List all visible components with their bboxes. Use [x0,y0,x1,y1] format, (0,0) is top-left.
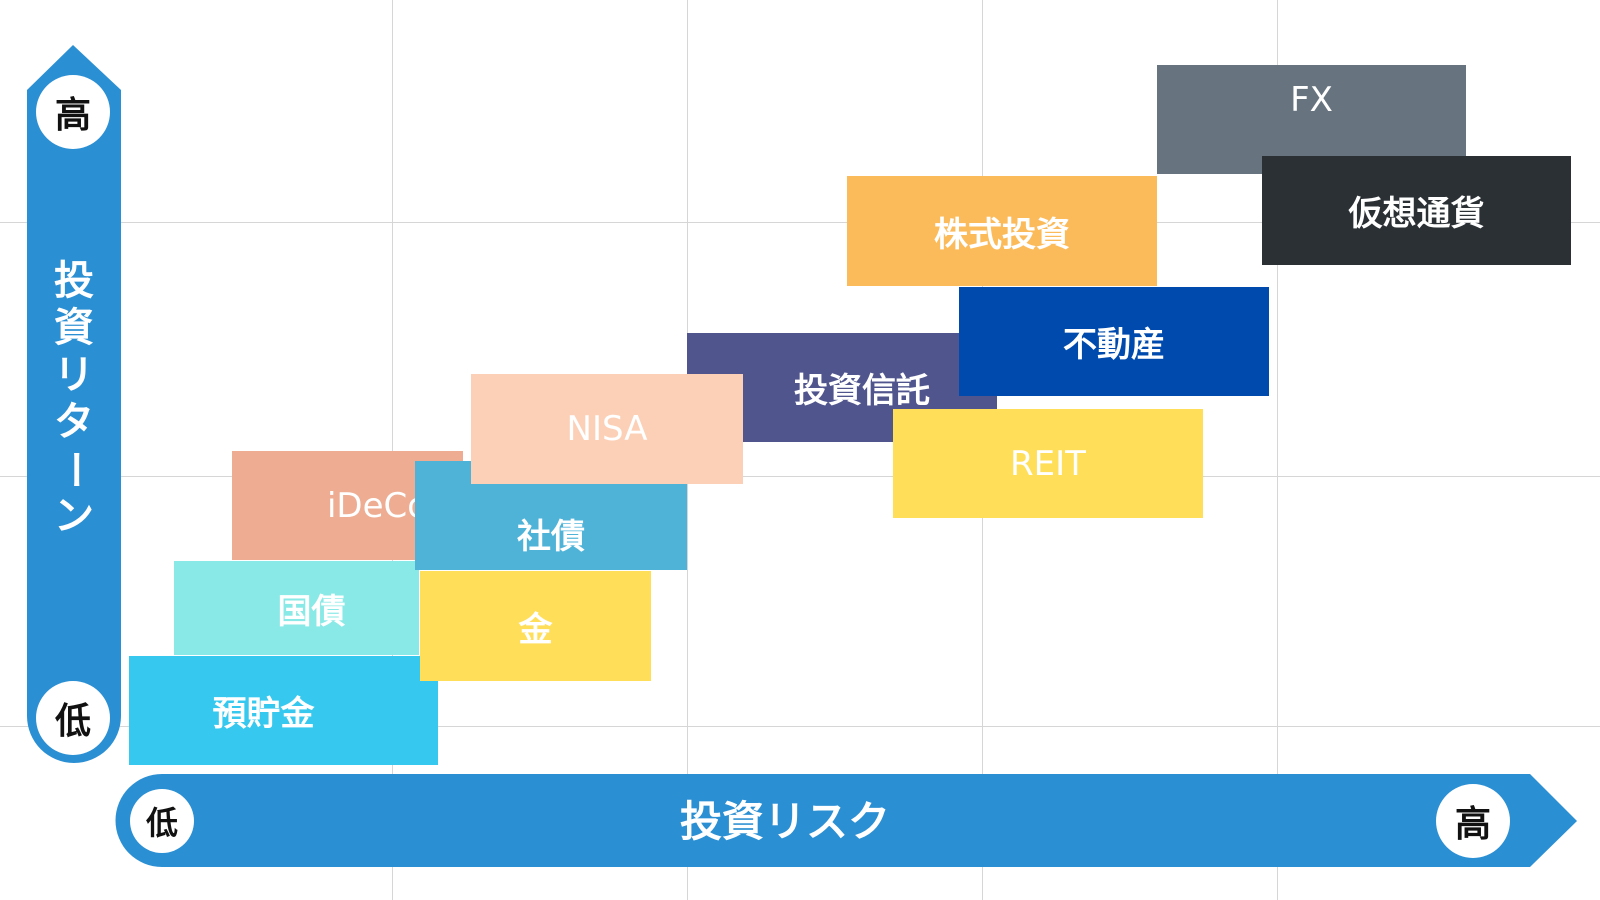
y-axis-title-char: ン [54,493,94,539]
item-label: 株式投資 [934,214,1070,255]
item-jgb: 国債 [174,561,419,655]
item-label: 仮想通貨 [1348,194,1485,234]
item-label: 金 [518,609,553,650]
item-label: iDeCo [326,485,429,526]
item-reit: REIT [893,409,1203,518]
item-crypto: 仮想通貨 [1262,156,1571,265]
y-axis-title-char: ー [51,449,98,490]
item-label: 社債 [517,517,585,557]
y-axis-title-char: 投 [54,258,94,304]
item-savings: 預貯金 [129,656,438,765]
item-label: FX [1290,79,1333,120]
item-stocks: 株式投資 [847,176,1157,286]
y-axis-title-char: タ [54,399,94,445]
y-axis-low-label: 低 [36,681,110,755]
y-axis-title-char: 資 [54,305,94,351]
x-axis-low-label: 低 [130,789,194,853]
item-gold: 金 [420,571,651,681]
y-axis-title-char: リ [54,352,94,398]
item-label: NISA [566,409,648,449]
item-nisa: NISA [471,374,743,484]
y-axis-title: 投 資 リ タ ー ン [27,258,121,540]
item-real-estate: 不動産 [959,287,1269,396]
item-label: 国債 [277,591,346,632]
item-label: 不動産 [1063,325,1165,365]
item-label: REIT [1010,443,1086,484]
y-axis-high-label: 高 [36,75,110,149]
x-axis-high-label: 高 [1436,784,1510,858]
item-label: 預貯金 [212,694,315,734]
item-label: 投資信託 [794,371,930,411]
x-axis-title: 投資リスク [679,797,890,846]
